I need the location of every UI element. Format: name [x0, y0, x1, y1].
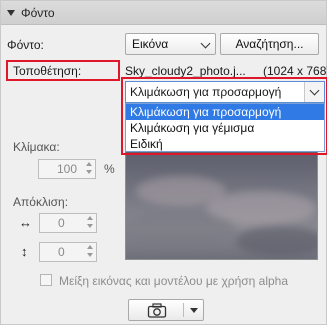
- button-divider: [183, 303, 184, 317]
- chevron-down-icon[interactable]: [304, 82, 324, 102]
- camera-button[interactable]: [128, 299, 204, 321]
- vertical-offset-icon: ↕: [21, 244, 28, 259]
- section-header[interactable]: Φόντο: [1, 1, 326, 25]
- camera-icon: [147, 303, 167, 318]
- offset-x-spinner[interactable]: [85, 215, 95, 229]
- offset-y-spinner[interactable]: [85, 244, 95, 258]
- placement-mode-options: Κλιμάκωση για προσαρμογή Κλιμάκωση για γ…: [125, 103, 325, 152]
- option-scale-to-fit[interactable]: Κλιμάκωση για προσαρμογή: [126, 104, 324, 120]
- chevron-down-icon: [200, 38, 211, 49]
- option-scale-to-fill[interactable]: Κλιμάκωση για γέμισμα: [126, 120, 324, 136]
- placement-mode-select[interactable]: Κλιμάκωση για προσαρμογή: [125, 81, 325, 103]
- scale-unit: %: [104, 162, 115, 176]
- section-title: Φόντο: [21, 5, 55, 20]
- option-custom[interactable]: Ειδική: [126, 136, 324, 152]
- camera-menu-arrow-icon[interactable]: [190, 308, 198, 313]
- placement-mode-value: Κλιμάκωση για προσαρμογή: [130, 85, 282, 99]
- collapse-triangle-icon[interactable]: [7, 9, 15, 16]
- alpha-blend-checkbox[interactable]: [40, 274, 52, 286]
- background-type-select[interactable]: Εικόνα: [125, 33, 216, 55]
- background-type-value: Εικόνα: [132, 37, 169, 51]
- scale-spinner[interactable]: [84, 161, 94, 175]
- browse-button[interactable]: Αναζήτηση...: [220, 33, 319, 55]
- horizontal-offset-icon: ↔: [19, 215, 32, 230]
- background-label: Φόντο:: [7, 38, 44, 52]
- placement-label: Τοποθέτηση:: [13, 64, 82, 78]
- cloud-shape: [126, 211, 236, 251]
- background-panel: Φόντο Φόντο: Εικόνα Αναζήτηση... Τοποθέτ…: [0, 0, 327, 325]
- cloud-shape: [236, 226, 317, 256]
- offset-label: Απόκλιση:: [13, 195, 69, 209]
- image-filename: Sky_cloudy2_photo.j...: [125, 64, 246, 78]
- alpha-blend-label: Μείξη εικόνας και μοντέλου με χρήση alph…: [59, 274, 289, 288]
- scale-label: Κλίμακα:: [13, 140, 60, 154]
- image-dimensions: (1024 x 768): [263, 64, 327, 78]
